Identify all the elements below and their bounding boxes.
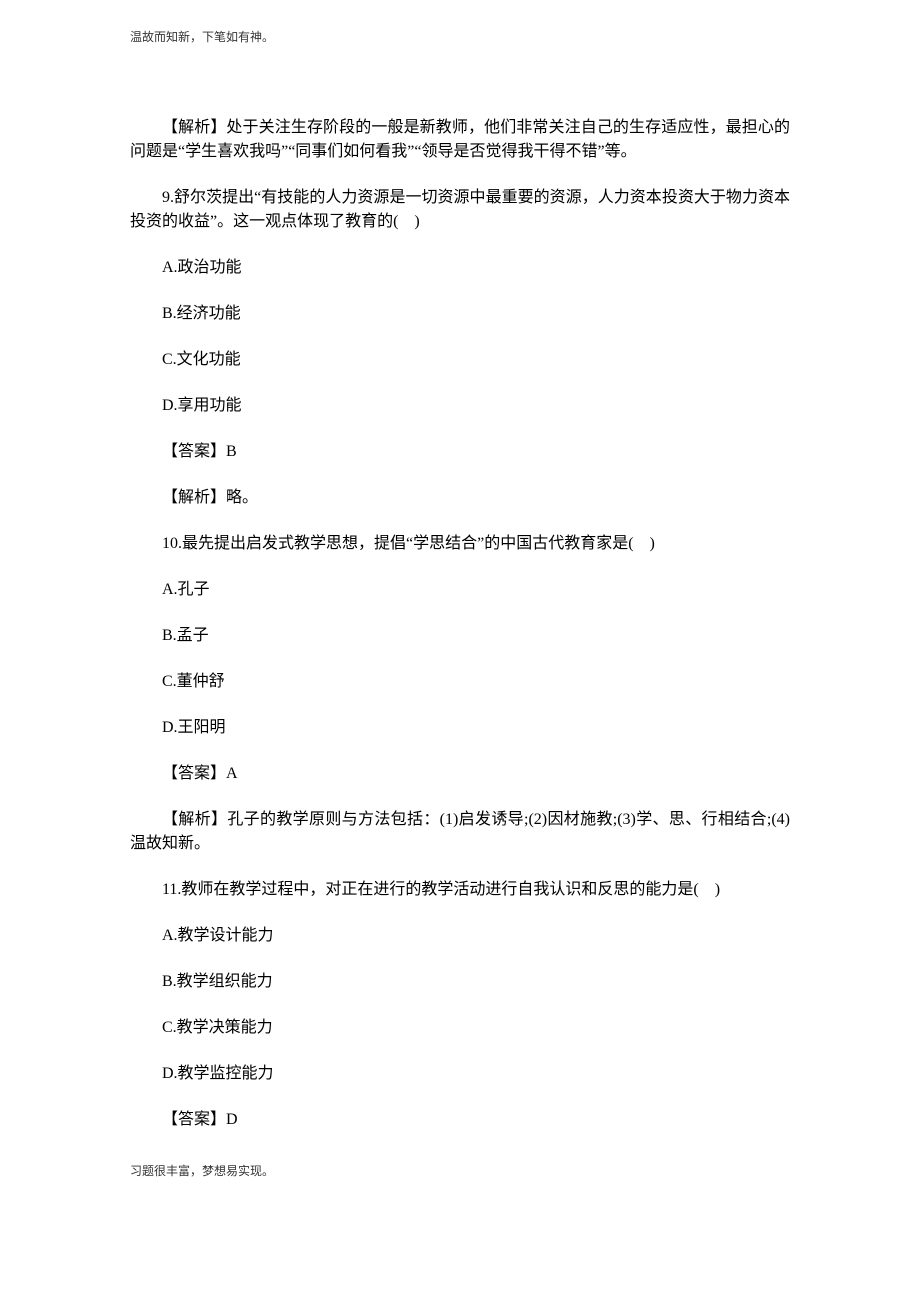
q9-option-c: C.文化功能: [130, 348, 790, 372]
q9-stem: 9.舒尔茨提出“有技能的人力资源是一切资源中最重要的资源，人力资本投资大于物力资…: [130, 186, 790, 234]
analysis-prev: 【解析】处于关注生存阶段的一般是新教师，他们非常关注自己的生存适应性，最担心的问…: [130, 116, 790, 164]
q9-answer: 【答案】B: [130, 440, 790, 464]
page-header: 温故而知新，下笔如有神。: [130, 28, 790, 46]
q9-option-d: D.享用功能: [130, 394, 790, 418]
q11-option-b: B.教学组织能力: [130, 970, 790, 994]
q11-option-c: C.教学决策能力: [130, 1016, 790, 1040]
q10-option-d: D.王阳明: [130, 716, 790, 740]
q11-answer: 【答案】D: [130, 1108, 790, 1132]
q9-option-a: A.政治功能: [130, 256, 790, 280]
q11-option-d: D.教学监控能力: [130, 1062, 790, 1086]
q10-option-b: B.孟子: [130, 624, 790, 648]
q10-stem: 10.最先提出启发式教学思想，提倡“学思结合”的中国古代教育家是( ): [130, 532, 790, 556]
q11-option-a: A.教学设计能力: [130, 924, 790, 948]
q10-option-c: C.董仲舒: [130, 670, 790, 694]
document-page: 温故而知新，下笔如有神。 【解析】处于关注生存阶段的一般是新教师，他们非常关注自…: [0, 0, 920, 1208]
q11-stem: 11.教师在教学过程中，对正在进行的教学活动进行自我认识和反思的能力是( ): [130, 878, 790, 902]
q10-option-a: A.孔子: [130, 578, 790, 602]
q10-analysis: 【解析】孔子的教学原则与方法包括：(1)启发诱导;(2)因材施教;(3)学、思、…: [130, 808, 790, 856]
q10-answer: 【答案】A: [130, 762, 790, 786]
page-footer: 习题很丰富，梦想易实现。: [130, 1162, 790, 1180]
q9-analysis: 【解析】略。: [130, 486, 790, 510]
q9-option-b: B.经济功能: [130, 302, 790, 326]
